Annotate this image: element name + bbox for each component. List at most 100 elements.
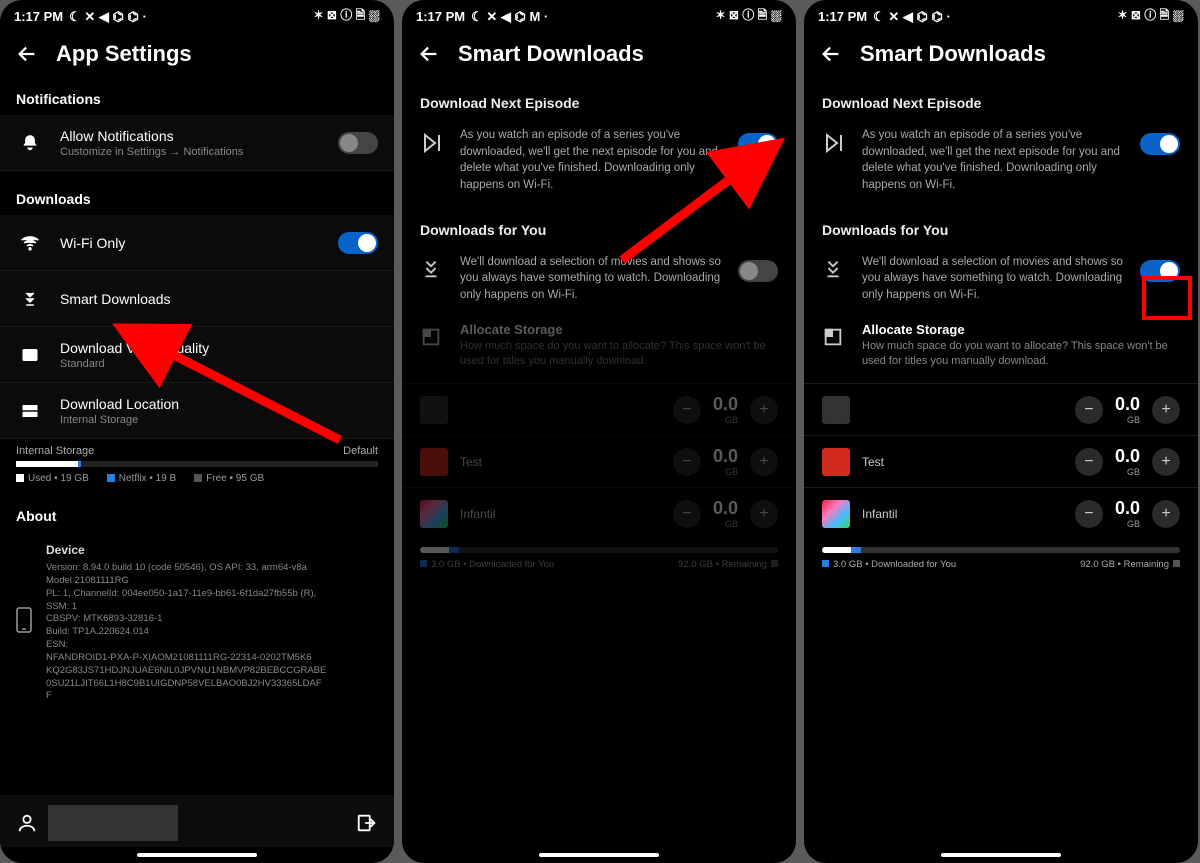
next-episode-icon xyxy=(420,131,446,160)
screen-app-settings: 1:17 PM ☾ ✕ ◀ ⌬ ⌬ · ✶ ⊠ ⓘ 🗎 ⛆ App Settin… xyxy=(0,0,394,863)
toggle-wifi-only[interactable] xyxy=(338,232,378,254)
row-sub: Internal Storage xyxy=(60,414,378,426)
increase-button[interactable]: + xyxy=(750,448,778,476)
section-dfy: Downloads for You xyxy=(402,208,796,244)
screen-smart-downloads-off: 1:17 PM ☾ ✕ ◀ ⌬ M · ✶ ⊠ ⓘ 🗎 ⛆ Smart Down… xyxy=(402,0,796,863)
status-time: 1:17 PM xyxy=(14,9,63,24)
alloc-unit: GB xyxy=(1115,519,1140,529)
decrease-button[interactable]: − xyxy=(1075,448,1103,476)
avatar xyxy=(420,500,448,528)
dne-text: As you watch an episode of a series you'… xyxy=(460,127,724,194)
legend-used: Used • 19 GB xyxy=(28,473,89,484)
home-indicator[interactable] xyxy=(539,853,659,857)
row-dfy: We'll download a selection of movies and… xyxy=(804,244,1198,318)
row-dne: As you watch an episode of a series you'… xyxy=(804,117,1198,208)
allocate-heading: Allocate Storage xyxy=(862,322,1180,337)
back-icon[interactable] xyxy=(820,43,842,65)
status-bar: 1:17 PM ☾ ✕ ◀ ⌬ ⌬ · ✶ ⊠ ⓘ 🗎 ⛆ xyxy=(0,0,394,29)
header: Smart Downloads xyxy=(804,29,1198,81)
toggle-dne[interactable] xyxy=(1140,133,1180,155)
row-wifi-only[interactable]: Wi-Fi Only xyxy=(0,215,394,271)
profile-row-infantil: Infantil − 0.0GB + xyxy=(804,487,1198,539)
alloc-unit: GB xyxy=(713,467,738,477)
alloc-unit: GB xyxy=(713,519,738,529)
about-device-title: Device xyxy=(46,542,378,558)
avatar xyxy=(822,396,850,424)
status-time: 1:17 PM xyxy=(818,9,867,24)
legend-free: Free • 95 GB xyxy=(206,473,264,484)
about-lines: Version: 8.94.0 build 10 (code 50546), O… xyxy=(46,562,378,703)
alloc-val: 0.0 xyxy=(1115,498,1140,519)
quality-icon xyxy=(16,346,44,364)
decrease-button[interactable]: − xyxy=(1075,500,1103,528)
increase-button[interactable]: + xyxy=(1152,500,1180,528)
decrease-button[interactable]: − xyxy=(673,396,701,424)
toggle-dfy[interactable] xyxy=(738,260,778,282)
allocate-sub: How much space do you want to allocate? … xyxy=(862,339,1180,370)
row-sub: Standard xyxy=(60,358,378,370)
section-dne: Download Next Episode xyxy=(402,81,796,117)
alloc-val: 0.0 xyxy=(1115,394,1140,415)
alloc-right: 92.0 GB • Remaining xyxy=(1080,559,1169,570)
dfy-text: We'll download a selection of movies and… xyxy=(862,254,1126,304)
downloads-for-you-icon xyxy=(822,258,848,285)
profile-row-blank: − 0.0GB + xyxy=(804,383,1198,435)
profile-row-blank: − 0.0GB + xyxy=(402,383,796,435)
alloc-val: 0.0 xyxy=(713,446,738,467)
status-right-icons: ✶ ⊠ ⓘ 🗎 ⛆ xyxy=(1117,6,1184,27)
section-dfy: Downloads for You xyxy=(804,208,1198,244)
page-title: Smart Downloads xyxy=(860,41,1046,67)
status-right-icons: ✶ ⊠ ⓘ 🗎 ⛆ xyxy=(313,6,380,27)
increase-button[interactable]: + xyxy=(750,500,778,528)
increase-button[interactable]: + xyxy=(750,396,778,424)
increase-button[interactable]: + xyxy=(1152,448,1180,476)
dfy-text: We'll download a selection of movies and… xyxy=(460,254,724,304)
home-indicator[interactable] xyxy=(137,853,257,857)
wifi-icon xyxy=(16,233,44,253)
header: App Settings xyxy=(0,29,394,81)
dne-text: As you watch an episode of a series you'… xyxy=(862,127,1126,194)
profile-name: Infantil xyxy=(862,507,1063,521)
profile-icon[interactable] xyxy=(16,812,38,834)
back-icon[interactable] xyxy=(16,43,38,65)
toggle-dfy[interactable] xyxy=(1140,260,1180,282)
row-dne: As you watch an episode of a series you'… xyxy=(402,117,796,208)
alloc-unit: GB xyxy=(713,415,738,425)
increase-button[interactable]: + xyxy=(1152,396,1180,424)
home-indicator[interactable] xyxy=(941,853,1061,857)
alloc-bar xyxy=(822,547,1180,553)
device-icon xyxy=(16,607,32,633)
profile-row-test: Test − 0.0GB + xyxy=(402,435,796,487)
row-download-location[interactable]: Download Location Internal Storage xyxy=(0,383,394,439)
row-label: Allow Notifications xyxy=(60,128,322,144)
row-label: Download Location xyxy=(60,396,378,412)
screen-smart-downloads-on: 1:17 PM ☾ ✕ ◀ ⌬ ⌬ · ✶ ⊠ ⓘ 🗎 ⛆ Smart Down… xyxy=(804,0,1198,863)
toggle-dne[interactable] xyxy=(738,133,778,155)
status-time: 1:17 PM xyxy=(416,9,465,24)
row-video-quality[interactable]: Download Video Quality Standard xyxy=(0,327,394,383)
back-icon[interactable] xyxy=(418,43,440,65)
decrease-button[interactable]: − xyxy=(673,500,701,528)
decrease-button[interactable]: − xyxy=(673,448,701,476)
status-bar: 1:17 PM ☾ ✕ ◀ ⌬ ⌬ · ✶ ⊠ ⓘ 🗎 ⛆ xyxy=(804,0,1198,29)
status-right-icons: ✶ ⊠ ⓘ 🗎 ⛆ xyxy=(715,6,782,27)
page-title: App Settings xyxy=(56,41,192,67)
row-label: Download Video Quality xyxy=(60,340,378,356)
status-left-icons: ☾ ✕ ◀ ⌬ ⌬ · xyxy=(873,9,951,25)
about-device: Device Version: 8.94.0 build 10 (code 50… xyxy=(0,532,394,713)
profile-name-box[interactable] xyxy=(48,805,178,841)
status-bar: 1:17 PM ☾ ✕ ◀ ⌬ M · ✶ ⊠ ⓘ 🗎 ⛆ xyxy=(402,0,796,29)
signout-icon[interactable] xyxy=(356,812,378,834)
row-allow-notifications[interactable]: Allow Notifications Customize in Setting… xyxy=(0,115,394,171)
alloc-val: 0.0 xyxy=(713,498,738,519)
toggle-notifications[interactable] xyxy=(338,132,378,154)
alloc-left: 3.0 GB • Downloaded for You xyxy=(431,559,554,570)
storage-default: Default xyxy=(343,445,378,457)
section-dne: Download Next Episode xyxy=(804,81,1198,117)
row-smart-downloads[interactable]: Smart Downloads xyxy=(0,271,394,327)
section-about: About xyxy=(0,498,394,532)
alloc-val: 0.0 xyxy=(713,394,738,415)
row-label: Wi-Fi Only xyxy=(60,235,322,251)
decrease-button[interactable]: − xyxy=(1075,396,1103,424)
bell-icon xyxy=(16,134,44,152)
